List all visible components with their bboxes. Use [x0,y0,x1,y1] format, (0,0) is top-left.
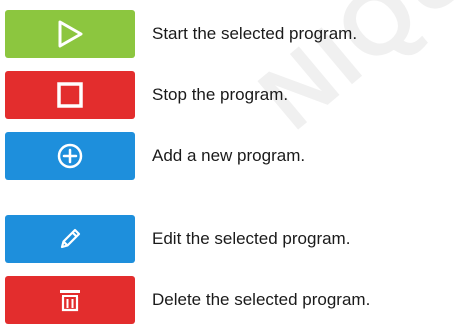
legend-row-delete: Delete the selected program. [0,276,460,326]
stop-button[interactable] [5,71,135,119]
add-description: Add a new program. [152,146,306,165]
delete-program-button[interactable] [5,276,135,324]
legend-row-add: Add a new program. [0,132,460,182]
legend-row-edit: Edit the selected program. [0,215,460,265]
play-icon [58,20,83,48]
start-description: Start the selected program. [152,24,358,43]
legend-row-start: Start the selected program. [0,10,460,60]
trash-icon [60,290,80,312]
pencil-icon [60,228,81,249]
stop-description: Stop the program. [152,85,289,104]
add-circle-icon [57,143,83,169]
add-program-button[interactable] [5,132,135,180]
start-button[interactable] [5,10,135,58]
edit-program-button[interactable] [5,215,135,263]
delete-description: Delete the selected program. [152,290,371,309]
legend-row-stop: Stop the program. [0,71,460,121]
edit-description: Edit the selected program. [152,229,351,248]
stop-icon [57,82,83,108]
